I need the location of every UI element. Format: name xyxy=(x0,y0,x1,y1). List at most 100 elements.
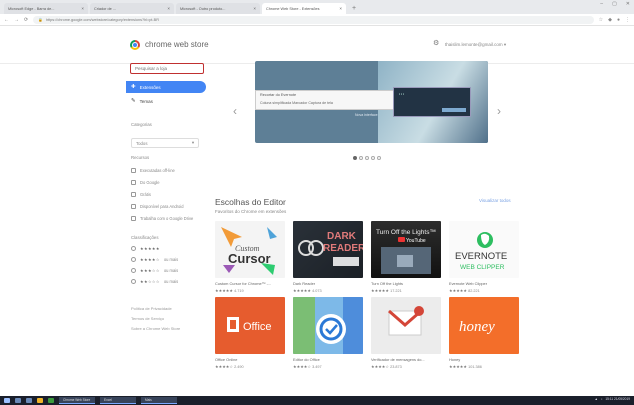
carousel-dot[interactable] xyxy=(371,156,375,160)
start-icon[interactable] xyxy=(4,398,10,403)
volume-icon[interactable]: ♪ xyxy=(601,397,603,401)
browser-tab[interactable]: Criador de ... × xyxy=(90,3,174,14)
minimize-button[interactable]: – xyxy=(600,1,603,7)
carousel-dot[interactable] xyxy=(377,156,381,160)
terms-link[interactable]: Termos de Serviço xyxy=(131,316,164,321)
feature-checkbox[interactable]: Grátis xyxy=(131,192,203,197)
radio[interactable] xyxy=(131,268,136,273)
star-icon: ★★★★★ xyxy=(293,289,312,293)
extension-card[interactable]: DARK READER Dark Reader ★★★★★ 4.073 xyxy=(293,221,363,293)
checkbox[interactable] xyxy=(131,204,136,209)
browser-tab-active[interactable]: Chrome Web Store - Extensões × xyxy=(262,3,346,14)
sidebar-item-themes[interactable]: ✎ Temas xyxy=(126,95,206,107)
turn-off-lights-thumbnail: Turn Off the Lights™ YouTube xyxy=(371,221,441,278)
search-icon[interactable] xyxy=(15,398,21,403)
carousel-dot[interactable] xyxy=(353,156,357,160)
tab-title: Chrome Web Store - Extensões xyxy=(266,6,320,11)
extension-card[interactable]: honey Honey ★★★★★ 101.386 xyxy=(449,297,519,369)
new-tab-button[interactable]: + xyxy=(352,3,356,14)
close-icon[interactable]: × xyxy=(253,6,256,11)
rating-radio[interactable]: ★★☆☆☆ ou mais xyxy=(131,279,178,284)
card-name: Verificador de mensagens do... xyxy=(371,357,425,362)
radio[interactable] xyxy=(131,246,136,251)
task-view-icon[interactable] xyxy=(26,398,32,403)
system-tray: ▲ ♪ 15:11 21/05/2019 xyxy=(595,397,630,401)
extension-card[interactable]: Custom Cursor Custom Cursor for Chrome™ … xyxy=(215,221,285,293)
star-icon[interactable]: ☆ xyxy=(599,17,603,23)
carousel-dot[interactable] xyxy=(365,156,369,160)
extension-card[interactable]: Turn Off the Lights™ YouTube Turn Off th… xyxy=(371,221,441,293)
custom-cursor-thumbnail: Custom Cursor xyxy=(215,221,285,278)
rating-radio[interactable]: ★★★★★ xyxy=(131,246,164,251)
close-window-button[interactable]: ✕ xyxy=(626,1,630,7)
tab-title: Criador de ... xyxy=(94,6,116,11)
card-name: Evernote Web Clipper xyxy=(449,281,487,286)
rating-radio[interactable]: ★★★★☆ ou mais xyxy=(131,257,178,262)
star-rating-icon: ★★★★☆ xyxy=(140,257,160,262)
card-rating: ★★★★★ 82.221 xyxy=(449,288,519,293)
browser-tab[interactable]: Microsoft - Outro produto... × xyxy=(176,3,260,14)
tab-title: Microsoft Edge - Barra de... xyxy=(8,6,55,11)
categories-select[interactable]: Todos ▾ xyxy=(131,138,199,148)
close-icon[interactable]: × xyxy=(81,6,84,11)
taskbar-window[interactable]: Mais xyxy=(141,397,177,404)
store-title[interactable]: chrome web store xyxy=(145,40,209,50)
honey-title: honey xyxy=(459,319,495,335)
browser-tab[interactable]: Microsoft Edge - Barra de... × xyxy=(4,3,88,14)
checkbox[interactable] xyxy=(131,180,136,185)
privacy-link[interactable]: Política de Privacidade xyxy=(131,306,172,311)
maximize-button[interactable]: ▢ xyxy=(612,1,617,7)
extension-icon[interactable]: ◆ xyxy=(608,17,612,23)
feature-checkbox[interactable]: Do Google xyxy=(131,180,203,185)
feature-checkbox[interactable]: Disponível para Android xyxy=(131,204,203,209)
close-icon[interactable]: × xyxy=(339,6,342,11)
forward-icon[interactable]: → xyxy=(14,17,19,23)
gmail-art xyxy=(371,297,441,354)
taskbar-window[interactable]: Excel xyxy=(100,397,136,404)
radio[interactable] xyxy=(131,279,136,284)
card-rating: ★★★★★ 4.073 xyxy=(293,288,363,293)
rating-suffix: ou mais xyxy=(163,279,179,284)
about-link[interactable]: Sobre a Chrome Web Store xyxy=(131,326,180,331)
rating-radio[interactable]: ★★★☆☆ ou mais xyxy=(131,268,178,273)
back-icon[interactable]: ← xyxy=(4,17,9,23)
excel-icon[interactable] xyxy=(48,398,54,403)
user-account[interactable]: thaislim.lemonte@gmail.com ▾ xyxy=(445,42,506,48)
extension-card[interactable]: Editor do Office ★★★★☆ 3.497 xyxy=(293,297,363,369)
feature-checkbox[interactable]: Executadas off-line xyxy=(131,168,203,173)
carousel-next-arrow[interactable]: › xyxy=(497,104,501,118)
featured-carousel-slide[interactable]: Recortar do Evernote Coluna simplificada… xyxy=(255,61,488,143)
sidebar-item-label: Extensões xyxy=(139,84,161,90)
view-all-link[interactable]: Visualizar todos xyxy=(479,198,511,203)
extension-card[interactable]: Verificador de mensagens do... ★★★★☆ 23.… xyxy=(371,297,441,369)
office-editor-thumbnail xyxy=(293,297,363,354)
url-field[interactable]: 🔒 https://chrome.google.com/webstore/cate… xyxy=(33,15,594,24)
search-input[interactable] xyxy=(130,63,204,74)
network-icon[interactable]: ▲ xyxy=(595,397,598,401)
menu-icon[interactable]: ⋮ xyxy=(625,17,630,23)
sidebar-item-extensions[interactable]: ✚ Extensões xyxy=(126,81,206,93)
folder-icon[interactable] xyxy=(37,398,43,403)
extension-card[interactable]: EVERNOTE WEB CLIPPER Evernote Web Clippe… xyxy=(449,221,519,293)
radio[interactable] xyxy=(131,257,136,262)
checkbox[interactable] xyxy=(131,216,136,221)
star-icon: ★★★★☆ xyxy=(215,365,234,369)
card-rating: ★★★★★ 101.386 xyxy=(449,364,519,369)
close-icon[interactable]: × xyxy=(167,6,170,11)
feature-checkbox[interactable]: Trabalha com o Google Drive xyxy=(131,216,203,221)
gear-icon[interactable]: ⚙ xyxy=(433,39,439,47)
slide-title: Recortar do Evernote xyxy=(260,93,297,97)
clock[interactable]: 15:11 21/05/2019 xyxy=(605,397,630,401)
extension-card[interactable]: Office Office Online ★★★★☆ 2.490 xyxy=(215,297,285,369)
office-title: Office xyxy=(243,321,272,333)
reload-icon[interactable]: ⟳ xyxy=(24,17,28,23)
chrome-logo-icon xyxy=(130,40,140,50)
carousel-dot[interactable] xyxy=(359,156,363,160)
checkbox[interactable] xyxy=(131,192,136,197)
taskbar-window[interactable]: Chrome Web Store xyxy=(59,397,95,404)
checkbox[interactable] xyxy=(131,168,136,173)
rating-count: 4.719 xyxy=(234,289,244,293)
profile-icon[interactable]: ● xyxy=(617,17,620,23)
carousel-prev-arrow[interactable]: ‹ xyxy=(233,104,237,118)
rating-count: 82.221 xyxy=(468,289,480,293)
